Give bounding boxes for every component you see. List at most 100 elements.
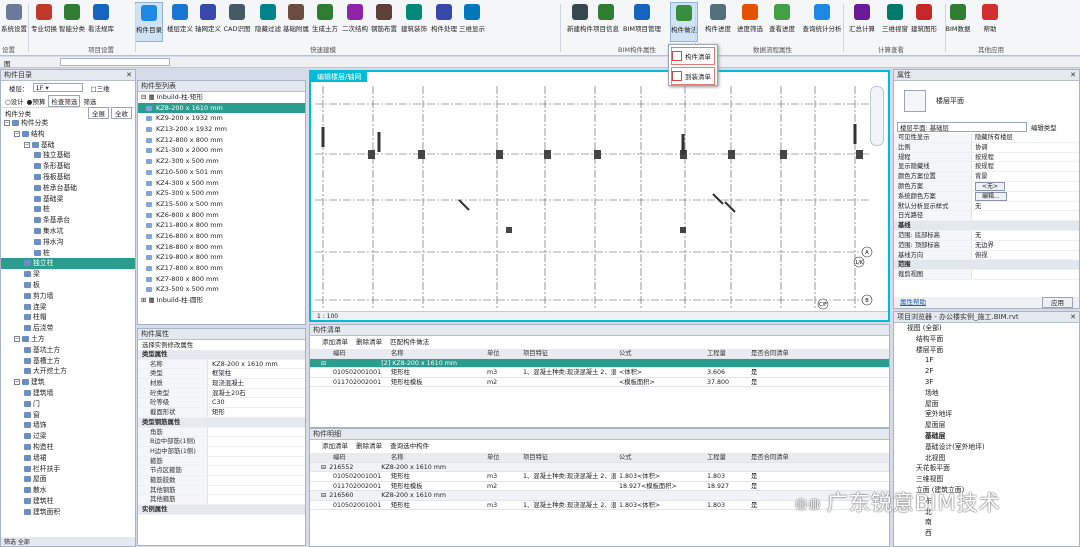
ribbon-button-26[interactable]: 建筑图形 [910, 2, 938, 42]
browser-node[interactable]: 视图 (全部) [894, 323, 1079, 334]
properties-row[interactable]: 基线方向 俯视 [894, 250, 1079, 261]
list-group-round[interactable]: ⊞ ▦ Inbuild-柱-圆形 [138, 295, 305, 306]
browser-node[interactable]: 2F [894, 366, 1079, 377]
props-row[interactable]: 角筋 [138, 427, 305, 438]
browser-node[interactable]: 结构平面 [894, 334, 1079, 345]
expand-icon[interactable]: − [24, 141, 30, 148]
browser-node[interactable]: 室外地坪 [894, 409, 1079, 420]
list-item[interactable]: KZ11-800 x 800 mm [138, 220, 305, 231]
properties-section[interactable]: 范围 [894, 260, 1079, 271]
ribbon-button-10[interactable]: 生成土方 [311, 2, 339, 42]
tree-node[interactable]: 大开挖土方 [1, 366, 135, 377]
close-icon[interactable]: ✕ [1070, 312, 1076, 323]
ribbon-button-11[interactable]: 二次结构 [341, 2, 369, 42]
match-method-button[interactable]: 匹配构件做法 [390, 338, 429, 346]
browser-node[interactable]: 南 [894, 517, 1079, 528]
tree-node[interactable]: 条基承台 [1, 215, 135, 226]
ribbon-button-0[interactable]: 系统设置 [0, 2, 28, 42]
browser-node[interactable]: 西 [894, 528, 1079, 539]
ribbon-button-18[interactable]: BIM项目管理 [623, 2, 661, 42]
tree-node[interactable]: 门 [1, 399, 135, 410]
three-d-toggle[interactable]: □三维 [91, 83, 110, 93]
mode-design-radio[interactable]: ○设计 [5, 96, 24, 106]
props-row[interactable]: 截面形状 矩形 [138, 408, 305, 418]
ribbon-button-7[interactable]: CAD识图 [223, 2, 251, 42]
ribbon-button-25[interactable]: 三维视窗 [881, 2, 909, 42]
navigation-bar[interactable] [870, 86, 884, 146]
list-item[interactable]: KZ4-300 x 500 mm [138, 178, 305, 189]
tree-node[interactable]: 墙裙 [1, 453, 135, 464]
tree-node[interactable]: 栏杆扶手 [1, 464, 135, 475]
filter-button[interactable]: 筛选 [83, 96, 96, 106]
expand-icon[interactable]: − [4, 120, 10, 126]
list-item[interactable]: KZ7-800 x 800 mm [138, 274, 305, 285]
ribbon-button-19[interactable]: 构件做法 [670, 2, 698, 42]
collapse-all-button[interactable]: 全收 [111, 107, 132, 119]
ribbon-button-24[interactable]: 汇总计算 [848, 2, 876, 42]
table-row[interactable]: ⊟ 216552 KZ8-200 x 1610 mm [310, 462, 889, 472]
ribbon-button-17[interactable]: 项目信息 [592, 2, 620, 42]
properties-row[interactable]: 规程 按规程 [894, 152, 1079, 163]
props-row[interactable]: 砼等级 C30 [138, 398, 305, 409]
table-row[interactable]: ⊟ [2] KZ8-200 x 1610 mm [310, 358, 889, 368]
ribbon-button-16[interactable]: 新建构件 [566, 2, 594, 42]
browser-node[interactable]: 场地 [894, 388, 1079, 399]
query-selected-button[interactable]: 查询选中构件 [390, 442, 429, 450]
ribbon-button-6[interactable]: 轴网定义 [194, 2, 222, 42]
floor-select[interactable]: 1F ▾ [32, 83, 83, 92]
tree-node[interactable]: 桩 [1, 248, 135, 259]
browser-node[interactable]: 天花板平面 [894, 463, 1079, 474]
tree-node[interactable]: − 结构 [1, 129, 135, 140]
properties-row[interactable]: 比例 协调 [894, 142, 1079, 153]
props-section[interactable]: 类型钢筋属性 [138, 417, 305, 428]
close-icon[interactable]: ✕ [126, 70, 132, 81]
canvas-tab[interactable]: 编辑楼层/轴网 [311, 72, 368, 82]
properties-row[interactable]: 范围: 底部标高无 [894, 230, 1079, 241]
tree-node[interactable]: 条形基础 [1, 161, 135, 172]
props-row[interactable]: 箍筋 [138, 456, 305, 467]
list-item[interactable]: KZ19-800 x 800 mm [138, 252, 305, 263]
tree-node[interactable]: 基础梁 [1, 194, 135, 205]
apply-button[interactable]: 应用 [1042, 297, 1073, 308]
list-item[interactable]: KZ15-500 x 500 mm [138, 199, 305, 210]
props-row[interactable]: 名称 KZ8-200 x 1610 mm [138, 359, 305, 370]
props-row[interactable]: B边中部筋(1侧) [138, 437, 305, 447]
tree-node[interactable]: 筏板基础 [1, 172, 135, 183]
ribbon-button-9[interactable]: 基础附属 [282, 2, 310, 42]
properties-row[interactable]: 颜色方案 <无> [894, 181, 1079, 192]
properties-row[interactable]: 可见性显示 隐藏所有楼层 [894, 133, 1079, 143]
props-row[interactable]: 节点区箍筋 [138, 466, 305, 476]
list-item[interactable]: KZ9-200 x 1932 mm [138, 113, 305, 124]
tree-node[interactable]: 桩 [1, 204, 135, 215]
ribbon-button-4[interactable]: 构件目录 [135, 2, 163, 42]
tree-node[interactable]: 过梁 [1, 431, 135, 442]
tree-node[interactable]: 建筑墙 [1, 388, 135, 399]
props-row[interactable]: H边中部筋(1侧) [138, 446, 305, 457]
list-item[interactable]: KZ1-300 x 2000 mm [138, 145, 305, 156]
properties-row[interactable]: 默认分析显示样式无 [894, 201, 1079, 212]
tree-node[interactable]: 板 [1, 280, 135, 291]
add-list-button[interactable]: 添加清单 [322, 442, 348, 450]
list-item[interactable]: KZ8-200 x 1610 mm [138, 102, 305, 114]
ribbon-button-1[interactable]: 专业切换 [30, 2, 58, 42]
properties-help-link[interactable]: 属性帮助 [900, 297, 926, 308]
expand-icon[interactable]: ⊟ [318, 359, 326, 368]
floor-plan-drawing[interactable]: A B C/F 1/K [311, 82, 888, 318]
list-item[interactable]: KZ3-500 x 500 mm [138, 284, 305, 295]
list-item[interactable]: KZ5-300 x 500 mm [138, 188, 305, 199]
browser-node[interactable]: 楼层平面 [894, 345, 1079, 356]
ribbon-button-28[interactable]: 帮助 [976, 2, 1004, 42]
expand-icon[interactable]: − [14, 335, 20, 342]
browser-node[interactable]: 北视图 [894, 453, 1079, 464]
expand-icon[interactable]: ⊟ [318, 491, 326, 500]
tree-node[interactable]: 独立柱 [1, 258, 135, 270]
tree-node[interactable]: 构造柱 [1, 442, 135, 453]
props-section[interactable]: 类型属性 [138, 350, 305, 360]
tree-node[interactable]: 基坑土方 [1, 345, 135, 356]
properties-row[interactable]: 颜色方案位置 背景 [894, 172, 1079, 182]
table-row[interactable]: 011702002001 矩形柱模板 m2 <模板面积> 37.800 是 [310, 378, 889, 387]
close-icon[interactable]: ✕ [1070, 70, 1076, 81]
props-row[interactable]: 箍筋肢数 [138, 475, 305, 486]
list-item[interactable]: KZ6-800 x 800 mm [138, 210, 305, 221]
properties-button[interactable]: <无> [975, 181, 1006, 191]
